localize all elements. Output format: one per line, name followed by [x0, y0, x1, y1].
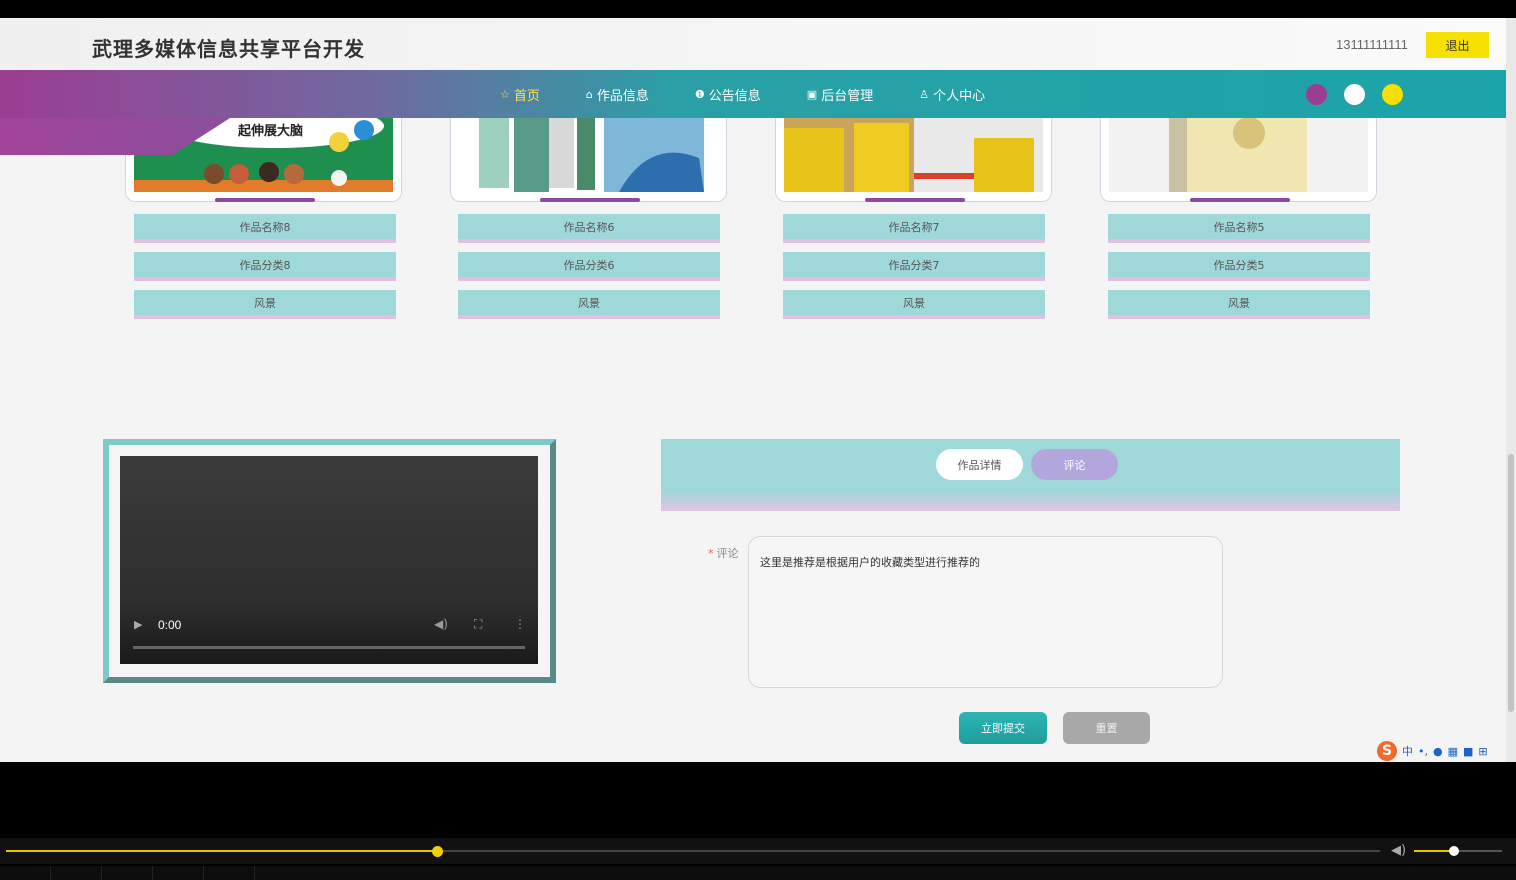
- video-frame: ▶ 0:00 ◀) ⛶ ⋮: [103, 439, 556, 683]
- nav-item-admin[interactable]: ▣ 后台管理: [807, 85, 873, 104]
- card-image: [1109, 118, 1368, 192]
- nav-menu: ☆ 首页 ⌂ 作品信息 ❶ 公告信息 ▣ 后台管理 ♙ 个人中心: [500, 70, 1031, 118]
- taskbar-item[interactable]: [204, 866, 255, 880]
- volume-fill: [1414, 850, 1454, 852]
- card-3-category: 作品分类7: [783, 252, 1045, 281]
- theme-dot-yellow[interactable]: [1382, 84, 1403, 105]
- seek-fill: [6, 850, 438, 852]
- card-4-type: 风景: [1108, 290, 1370, 319]
- fullscreen-icon[interactable]: ⛶: [474, 617, 482, 632]
- site-title: 武理多媒体信息共享平台开发: [92, 37, 365, 61]
- info-icon: ❶: [694, 87, 705, 101]
- speaker-icon[interactable]: ◀): [1391, 843, 1406, 858]
- card-image-text: 起伸展大脑: [238, 124, 304, 139]
- card-3-name[interactable]: 作品名称7: [783, 214, 1045, 243]
- reset-button[interactable]: 重置: [1063, 712, 1150, 744]
- taskbar-item[interactable]: [0, 866, 51, 880]
- video-time: 0:00: [158, 618, 182, 632]
- skin-icon[interactable]: ■: [1463, 745, 1473, 758]
- submit-button[interactable]: 立即提交: [959, 712, 1047, 744]
- nav-item-label: 公告信息: [708, 88, 761, 104]
- card-1-type: 风景: [134, 290, 396, 319]
- card-image: [459, 118, 718, 192]
- video-progress-bar[interactable]: [133, 646, 525, 649]
- nav-item-label: 作品信息: [596, 88, 649, 104]
- taskbar-item[interactable]: [102, 866, 153, 880]
- volume-icon[interactable]: ◀): [434, 617, 448, 631]
- theme-dot-white[interactable]: [1344, 84, 1365, 105]
- required-mark: *: [708, 547, 714, 560]
- browser-viewport: 武理多媒体信息共享平台开发 13111111111 退出 ☆ 首页 ⌂ 作品信息…: [0, 18, 1516, 762]
- tab-work-detail[interactable]: 作品详情: [936, 449, 1023, 480]
- card-2-category: 作品分类6: [458, 252, 720, 281]
- nav-item-label: 个人中心: [933, 88, 986, 104]
- comment-label-text: 评论: [716, 547, 739, 560]
- ime-toolbar: S 中 •, ● ▦ ■ ⊞: [1377, 740, 1516, 762]
- punctuation-icon[interactable]: •,: [1418, 745, 1428, 758]
- taskbar: [0, 866, 1516, 880]
- taskbar-item[interactable]: [153, 866, 204, 880]
- play-icon[interactable]: ▶: [134, 618, 142, 631]
- nav-item-notices[interactable]: ❶ 公告信息: [695, 85, 761, 104]
- scrollbar-thumb[interactable]: [1508, 454, 1514, 712]
- comment-label: * 评论: [708, 545, 739, 561]
- microphone-icon[interactable]: ●: [1433, 745, 1443, 758]
- card-3-type: 风景: [783, 290, 1045, 319]
- card-accent-bar: [865, 198, 965, 202]
- keyboard-icon[interactable]: ▦: [1448, 745, 1458, 758]
- card-accent-bar: [215, 198, 315, 202]
- user-phone: 13111111111: [1336, 37, 1408, 52]
- nav-item-works[interactable]: ⌂ 作品信息: [586, 85, 649, 104]
- user-icon: ♙: [919, 87, 930, 101]
- top-header: 武理多媒体信息共享平台开发 13111111111 退出: [0, 18, 1506, 70]
- comment-textarea[interactable]: [748, 536, 1223, 688]
- card-4-category: 作品分类5: [1108, 252, 1370, 281]
- card-4-name[interactable]: 作品名称5: [1108, 214, 1370, 243]
- admin-icon: ▣: [806, 87, 818, 101]
- card-1-name[interactable]: 作品名称8: [134, 214, 396, 243]
- nav-item-profile[interactable]: ♙ 个人中心: [919, 85, 985, 104]
- logout-button[interactable]: 退出: [1426, 32, 1489, 58]
- more-options-icon[interactable]: ⋮: [514, 617, 526, 631]
- star-icon: ☆: [500, 87, 510, 101]
- video-player[interactable]: ▶ 0:00 ◀) ⛶ ⋮: [120, 456, 538, 664]
- card-1-category: 作品分类8: [134, 252, 396, 281]
- media-player-bar: ◀): [0, 838, 1516, 864]
- seek-handle[interactable]: [432, 846, 444, 857]
- card-2-name[interactable]: 作品名称6: [458, 214, 720, 243]
- main-navbar: ☆ 首页 ⌂ 作品信息 ❶ 公告信息 ▣ 后台管理 ♙ 个人中心: [0, 70, 1506, 118]
- tab-comment[interactable]: 评论: [1031, 449, 1118, 480]
- work-card-2[interactable]: [450, 118, 727, 221]
- taskbar-item[interactable]: [51, 866, 102, 880]
- nav-item-home[interactable]: ☆ 首页: [500, 85, 540, 104]
- bag-icon: ⌂: [585, 87, 593, 101]
- nav-item-label: 后台管理: [821, 88, 874, 104]
- sogou-ime-icon[interactable]: S: [1377, 741, 1397, 761]
- card-image: [784, 118, 1043, 192]
- detail-tabs-panel: 作品详情 评论: [661, 439, 1400, 511]
- theme-dot-purple[interactable]: [1306, 84, 1327, 105]
- work-card-3[interactable]: [775, 118, 1052, 221]
- card-accent-bar: [1190, 198, 1290, 202]
- card-2-type: 风景: [458, 290, 720, 319]
- card-accent-bar: [540, 198, 640, 202]
- nav-item-label: 首页: [513, 88, 540, 104]
- ime-mode[interactable]: 中: [1402, 743, 1413, 759]
- toolbox-icon[interactable]: ⊞: [1478, 745, 1487, 758]
- volume-handle[interactable]: [1448, 846, 1459, 856]
- work-card-4[interactable]: [1100, 118, 1377, 221]
